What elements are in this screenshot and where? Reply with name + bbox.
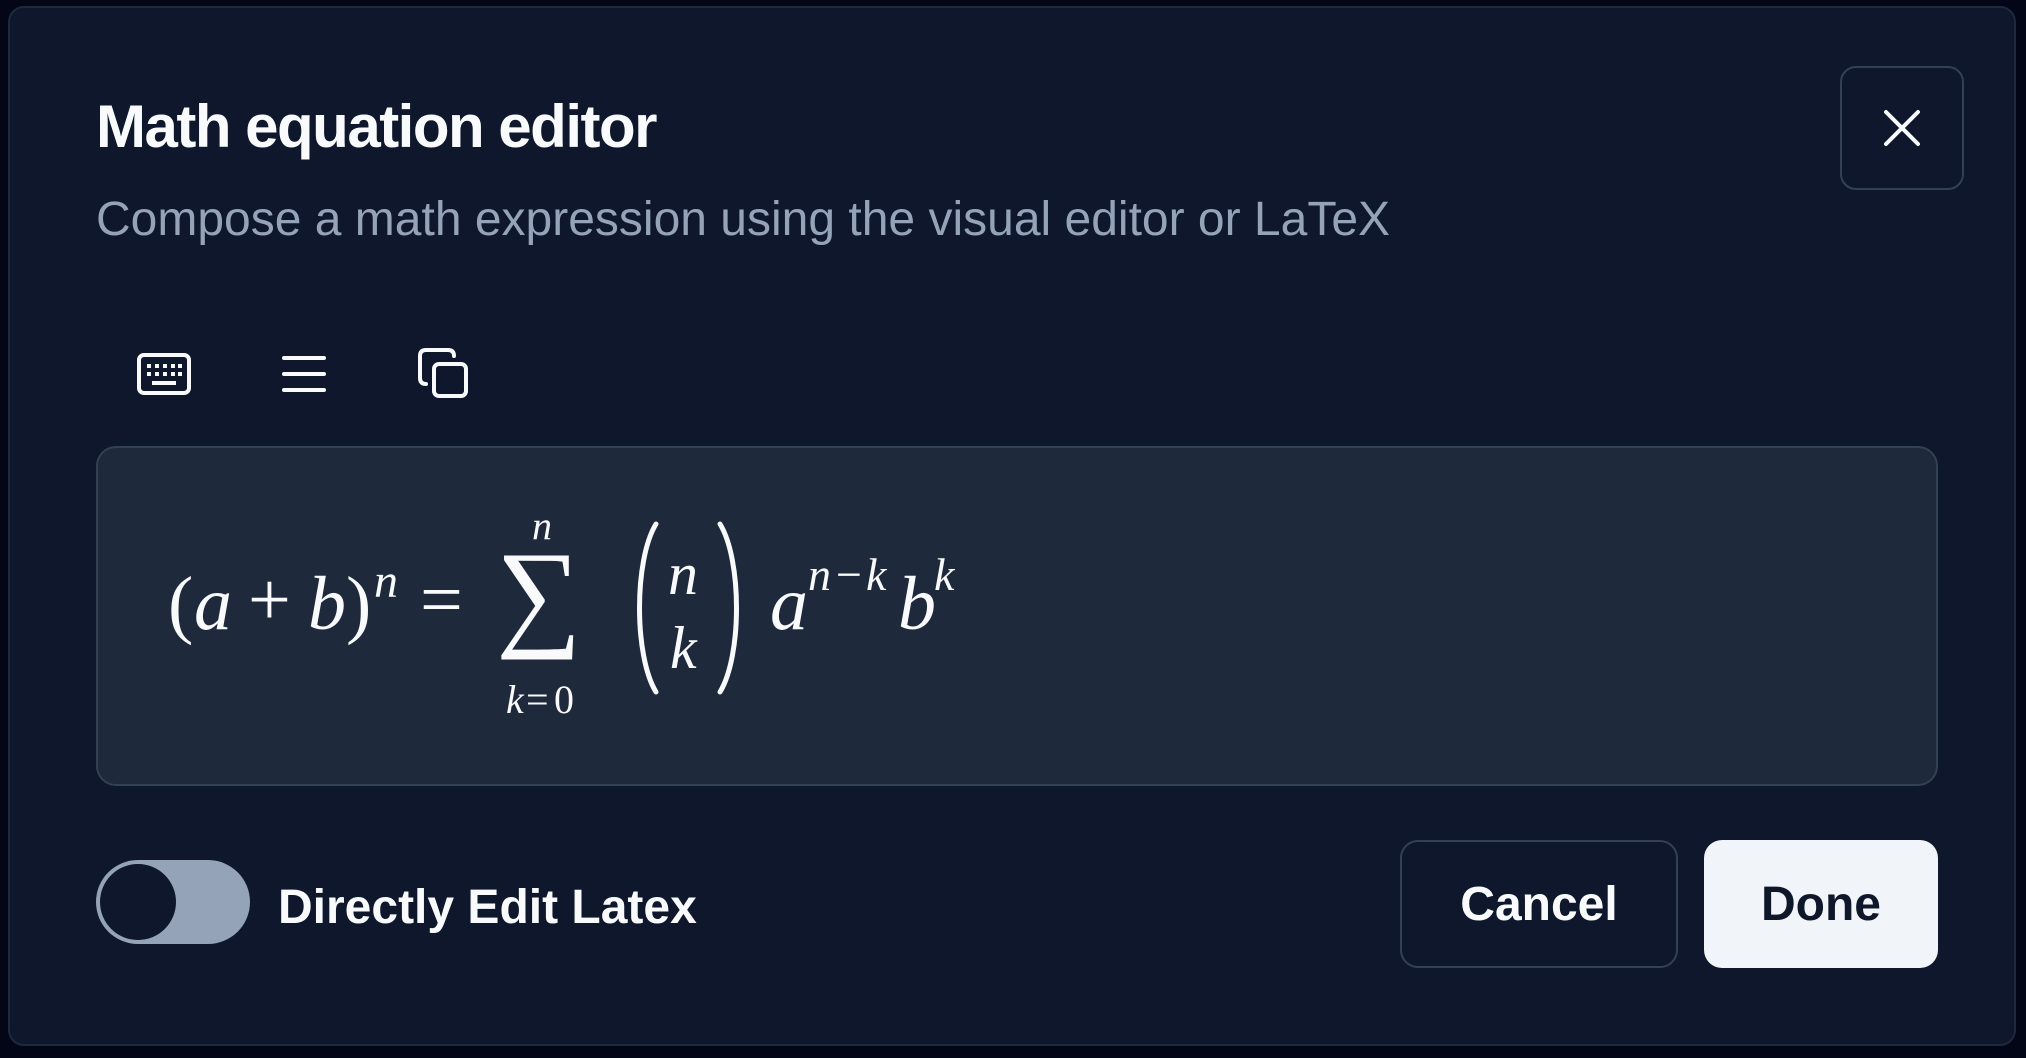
menu-icon	[282, 356, 326, 392]
term-b: b	[898, 562, 936, 646]
lhs-close-paren: )	[346, 562, 372, 646]
term-b-exp: k	[934, 549, 955, 600]
binom-left-paren	[637, 521, 659, 695]
sum-lower-var: k	[506, 677, 524, 722]
lhs-plus: +	[248, 558, 291, 642]
toggle-knob	[100, 864, 176, 940]
keyboard-button[interactable]	[128, 338, 200, 410]
term-a-exp-minus: −	[836, 549, 862, 600]
binom-bottom: k	[670, 615, 697, 681]
term-a-exp-k: k	[866, 549, 887, 600]
latex-toggle[interactable]	[96, 860, 250, 944]
copy-icon	[418, 348, 468, 398]
math-equation-dialog: Math equation editor Compose a math expr…	[8, 6, 2016, 1046]
sum-lower-val: 0	[554, 677, 574, 722]
menu-button[interactable]	[268, 338, 340, 410]
sum-lower-eq: =	[526, 677, 549, 722]
term-a-exp-n: n	[808, 549, 831, 600]
close-icon	[1884, 110, 1920, 146]
formula-editor[interactable]: ( a + b ) n = n ∑ k = 0 n k a n − k b k	[96, 446, 1938, 786]
done-button[interactable]: Done	[1704, 840, 1938, 968]
term-a: a	[770, 562, 808, 646]
cancel-button[interactable]: Cancel	[1400, 840, 1678, 968]
copy-button[interactable]	[408, 338, 480, 410]
close-button[interactable]	[1840, 66, 1964, 190]
lhs-open-paren: (	[168, 562, 194, 646]
dialog-title: Math equation editor	[96, 93, 657, 160]
dialog-subtitle: Compose a math expression using the visu…	[96, 193, 1391, 246]
binom-top: n	[668, 541, 698, 607]
lhs-exponent: n	[374, 555, 398, 608]
keyboard-icon	[137, 353, 191, 395]
sum-symbol: ∑	[496, 527, 582, 660]
toggle-label: Directly Edit Latex	[278, 881, 697, 934]
equals-sign: =	[420, 558, 463, 642]
lhs-a: a	[194, 562, 232, 646]
lhs-b: b	[308, 562, 346, 646]
binom-right-paren	[717, 521, 739, 695]
